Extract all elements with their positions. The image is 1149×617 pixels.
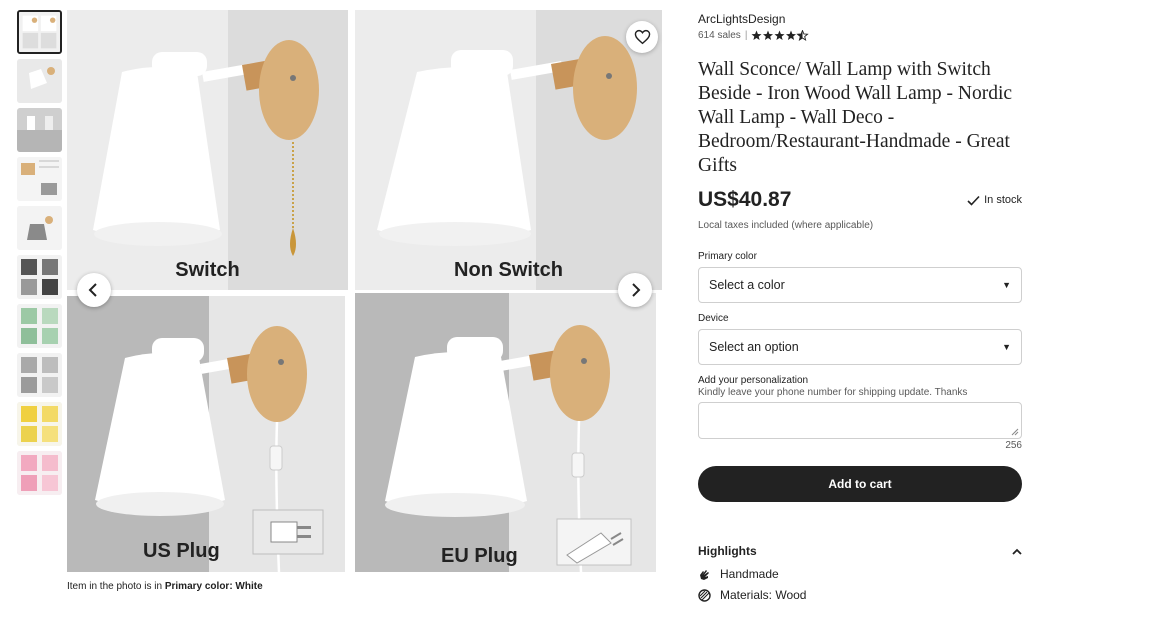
panel-label-us-plug: US Plug [143, 540, 220, 562]
device-group: Device Select an option ▼ [698, 313, 1022, 365]
chevron-right-icon [632, 283, 641, 297]
thumbnail-4[interactable] [17, 157, 62, 201]
thumbnail-5[interactable] [17, 206, 62, 250]
star-rating-icon [751, 30, 810, 41]
personalization-textarea[interactable] [698, 402, 1022, 439]
product-details: ArcLightsDesign 614 sales | Wall Sconce/… [698, 12, 1022, 602]
image-panel-eu-plug: EU Plug [355, 293, 656, 572]
favorite-button[interactable] [626, 21, 658, 53]
chevron-up-icon [1012, 548, 1022, 555]
thumbnail-8[interactable] [17, 353, 62, 397]
highlights-toggle[interactable]: Highlights [698, 544, 1022, 558]
personalization-group: Add your personalization Kindly leave yo… [698, 375, 1022, 451]
image-caption: Item in the photo is in Primary color: W… [67, 581, 263, 592]
thumbnail-3[interactable] [17, 108, 62, 152]
product-price: US$40.87 [698, 188, 792, 211]
thumbnail-9[interactable] [17, 402, 62, 446]
personalization-hint: Kindly leave your phone number for shipp… [698, 387, 968, 398]
stock-status: In stock [967, 194, 1022, 206]
image-panel-us-plug: US Plug [67, 296, 345, 572]
highlights-title: Highlights [698, 544, 757, 558]
shop-name-link[interactable]: ArcLightsDesign [698, 12, 1022, 26]
heart-icon [634, 29, 650, 45]
thumbnail-1[interactable] [17, 10, 62, 54]
device-label: Device [698, 313, 729, 324]
main-product-image: Switch Non Switch US Plug EU Plug [67, 10, 662, 572]
caption-prefix: Item in the photo is in [67, 581, 165, 592]
thumbnail-6[interactable] [17, 255, 62, 299]
highlight-label: Handmade [720, 567, 779, 581]
rating-stars[interactable] [751, 30, 810, 41]
next-image-button[interactable] [618, 273, 652, 307]
add-to-cart-button[interactable]: Add to cart [698, 466, 1022, 502]
primary-color-select[interactable]: Select a color ▼ [698, 267, 1022, 303]
panel-label-non-switch: Non Switch [454, 259, 563, 281]
taxes-note: Local taxes included (where applicable) [698, 220, 874, 231]
highlight-materials: Materials: Wood [698, 588, 1022, 602]
device-select[interactable]: Select an option ▼ [698, 329, 1022, 365]
hand-icon [700, 569, 709, 580]
primary-color-group: Primary color Select a color ▼ [698, 251, 1022, 303]
previous-image-button[interactable] [77, 273, 111, 307]
dropdown-caret-icon: ▼ [1002, 280, 1011, 290]
personalization-label: Add your personalization [698, 375, 809, 386]
panel-label-switch: Switch [175, 259, 240, 281]
device-value: Select an option [709, 340, 799, 354]
shop-stats: 614 sales | [698, 30, 1022, 41]
separator: | [744, 30, 748, 41]
primary-color-label: Primary color [698, 251, 757, 262]
price-row: US$40.87 In stock [698, 188, 1022, 212]
product-title: Wall Sconce/ Wall Lamp with Switch Besid… [698, 59, 1013, 176]
chevron-left-icon [88, 283, 97, 297]
panel-label-eu-plug: EU Plug [441, 545, 518, 567]
highlight-handmade: Handmade [698, 567, 1022, 581]
dropdown-caret-icon: ▼ [1002, 342, 1011, 352]
character-counter: 256 [1005, 440, 1022, 451]
image-panel-switch: Switch [67, 10, 348, 290]
image-panel-non-switch: Non Switch [355, 10, 662, 290]
stock-label: In stock [984, 194, 1022, 206]
thumbnail-2[interactable] [17, 59, 62, 103]
thumbnail-7[interactable] [17, 304, 62, 348]
checkmark-icon [967, 195, 980, 206]
caption-value: Primary color: White [164, 581, 263, 592]
resize-handle-icon[interactable] [1011, 428, 1019, 436]
thumbnail-10[interactable] [17, 451, 62, 495]
primary-color-value: Select a color [709, 278, 785, 292]
sales-count: 614 sales [698, 30, 741, 41]
highlight-label: Materials: Wood [720, 588, 807, 602]
materials-icon [698, 588, 711, 602]
